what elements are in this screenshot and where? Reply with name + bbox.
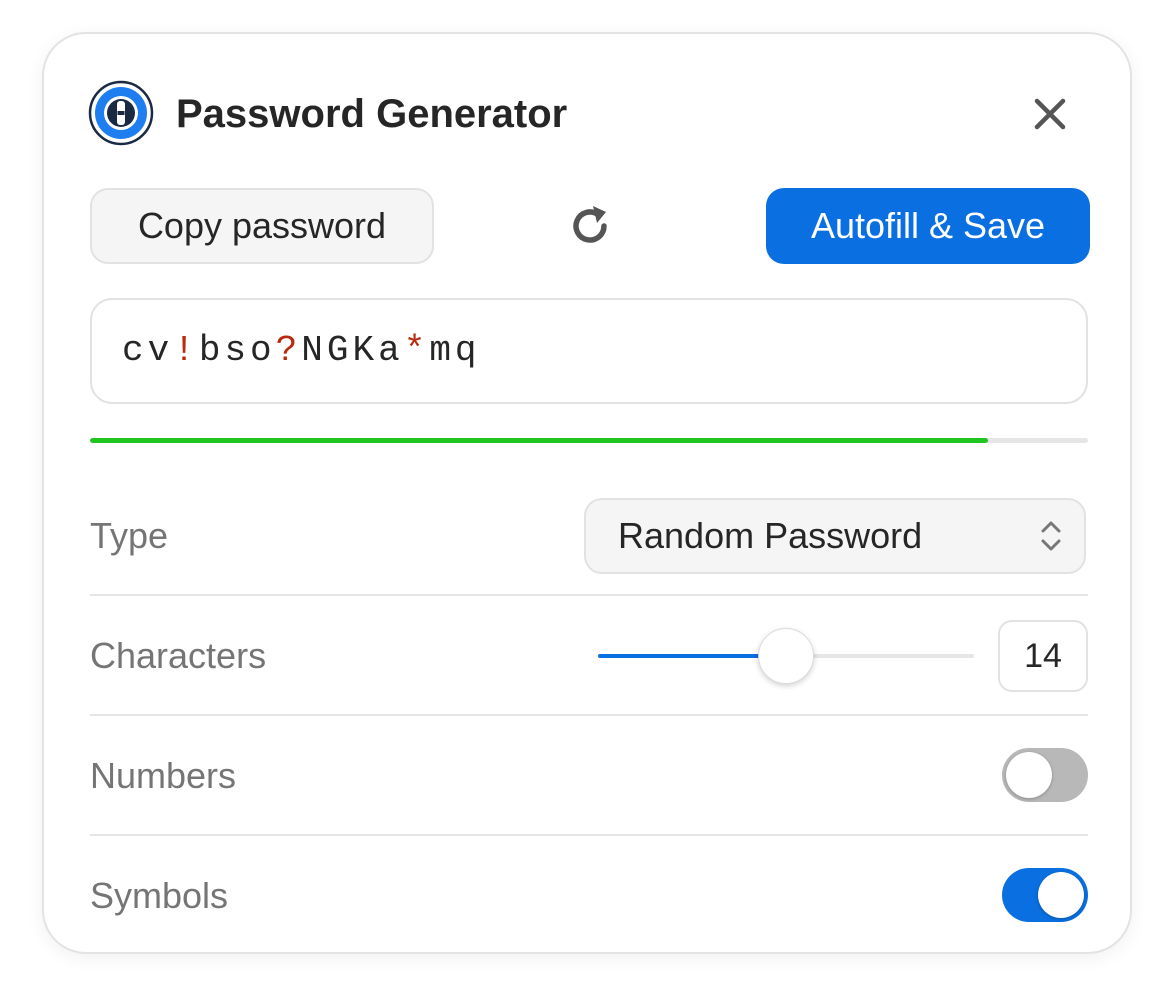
password-char: N — [301, 330, 327, 371]
close-icon[interactable] — [1026, 90, 1074, 138]
password-char: G — [326, 330, 353, 371]
password-char: v — [147, 330, 174, 371]
password-char: q — [454, 330, 481, 371]
characters-count-field[interactable]: 14 — [998, 620, 1088, 692]
dialog-title: Password Generator — [176, 92, 568, 136]
password-char: a — [378, 330, 404, 371]
password-strength-meter — [90, 438, 1088, 443]
characters-row: Characters 14 — [90, 596, 1088, 716]
password-char: K — [352, 330, 379, 371]
password-symbol-char: * — [403, 330, 430, 371]
type-label: Type — [90, 515, 169, 556]
password-char: s — [224, 330, 251, 371]
type-select-value: Random Password — [618, 515, 923, 556]
password-generator-dialog: Password Generator Copy password Autofil… — [42, 32, 1132, 954]
numbers-toggle[interactable] — [1002, 748, 1088, 802]
1password-logo-icon — [88, 80, 154, 146]
toggle-knob — [1038, 872, 1084, 918]
copy-password-button[interactable]: Copy password — [90, 188, 434, 264]
symbols-label: Symbols — [90, 875, 229, 916]
password-char: c — [122, 330, 148, 371]
refresh-icon[interactable] — [564, 200, 616, 252]
password-symbol-char: ! — [173, 330, 199, 371]
password-char: o — [250, 330, 276, 371]
type-select[interactable]: Random Password — [584, 498, 1086, 574]
symbols-toggle[interactable] — [1002, 868, 1088, 922]
characters-label: Characters — [90, 635, 267, 676]
numbers-row: Numbers — [90, 716, 1088, 836]
password-strength-fill — [90, 438, 989, 443]
password-char: b — [198, 330, 225, 371]
toggle-knob — [1006, 752, 1052, 798]
chevron-up-down-icon — [1041, 521, 1061, 551]
slider-thumb[interactable] — [758, 628, 814, 684]
characters-slider[interactable] — [598, 628, 974, 684]
password-char: m — [429, 330, 455, 371]
type-row: Type Random Password — [90, 476, 1088, 596]
autofill-save-button[interactable]: Autofill & Save — [766, 188, 1090, 264]
generated-password-field[interactable]: cv!bso?NGKa*mq — [90, 298, 1088, 404]
numbers-label: Numbers — [90, 755, 237, 796]
symbols-row: Symbols — [90, 836, 1088, 956]
password-symbol-char: ? — [275, 330, 302, 371]
